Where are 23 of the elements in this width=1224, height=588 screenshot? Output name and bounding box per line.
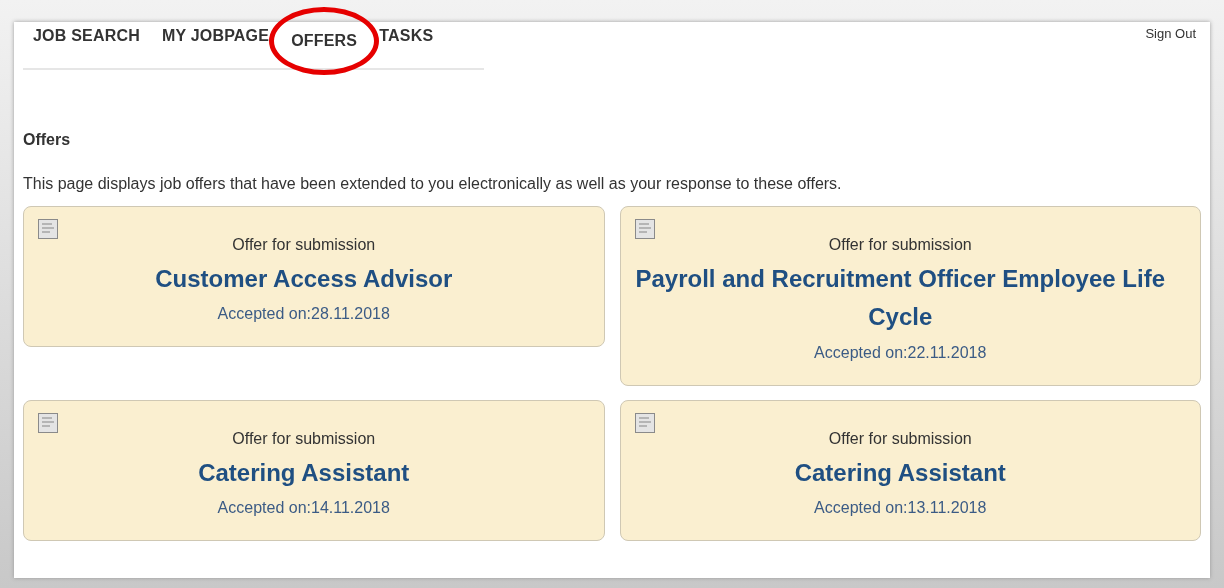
offer-title: Catering Assistant <box>197 457 411 488</box>
document-icon <box>634 219 655 239</box>
page-description: This page displays job offers that have been extended to you electronically as well as your response to these offers. <box>23 174 843 194</box>
sign-out-link[interactable]: Sign Out <box>1145 22 1196 70</box>
accepted-date: Accepted on:28.11.2018 <box>216 304 391 325</box>
nav-tab[interactable]: JOB SEARCH <box>33 24 140 58</box>
accepted-date: Accepted on:13.11.2018 <box>813 498 988 519</box>
offer-title: Payroll and Recruitment Officer Employee Life Cycle <box>634 264 1166 333</box>
page-heading: Offers <box>23 130 72 150</box>
offer-title: Catering Assistant <box>793 457 1007 488</box>
accepted-date: Accepted on:22.11.2018 <box>813 342 988 363</box>
nav-tab[interactable]: OFFERS <box>269 7 380 75</box>
offer-status: Offer for submission <box>231 235 377 255</box>
document-icon <box>38 219 58 239</box>
document-icon <box>634 412 655 433</box>
nav-tab[interactable]: MY JOBPAGE <box>161 24 270 58</box>
document-icon <box>38 412 58 433</box>
nav-tab[interactable]: TASKS <box>379 24 434 58</box>
offer-title: Customer Access Advisor <box>154 264 454 294</box>
offer-status: Offer for submission <box>231 428 377 449</box>
offer-status: Offer for submission <box>827 428 973 449</box>
offer-status: Offer for submission <box>827 235 973 255</box>
accepted-date: Accepted on:14.11.2018 <box>216 498 391 519</box>
